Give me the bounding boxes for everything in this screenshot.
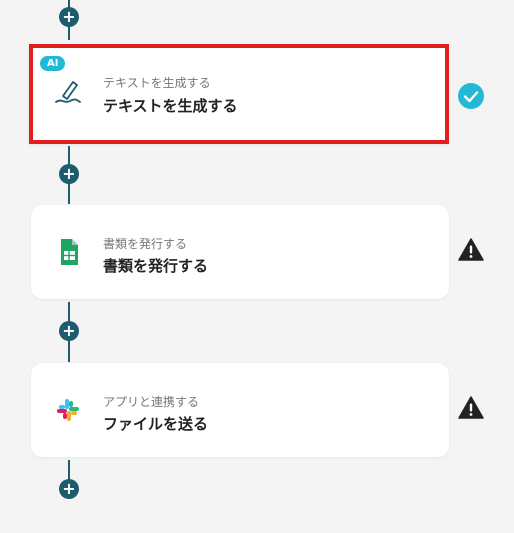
step-title: テキストを生成する [103,97,238,115]
add-step-button[interactable]: + [59,321,79,341]
slack-icon [57,399,79,421]
step-subtitle: アプリと連携する [103,395,200,409]
step-subtitle: 書類を発行する [103,237,188,251]
add-step-button[interactable]: + [59,7,79,27]
check-icon [458,83,484,109]
pen-icon [55,81,81,103]
google-sheets-icon [61,239,78,265]
step-card-issue-document[interactable]: 書類を発行する 書類を発行する [31,205,449,299]
ai-badge: AI [40,56,66,71]
add-step-button[interactable]: + [59,164,79,184]
warning-icon [458,396,484,419]
add-step-button[interactable]: + [59,479,79,499]
step-card-send-file[interactable]: アプリと連携する ファイルを送る [31,363,449,457]
warning-icon [458,238,484,261]
step-title: 書類を発行する [103,257,209,275]
step-subtitle: テキストを生成する [103,76,211,90]
step-card-generate-text[interactable]: AI テキストを生成する テキストを生成する [29,44,449,144]
step-title: ファイルを送る [103,415,209,433]
